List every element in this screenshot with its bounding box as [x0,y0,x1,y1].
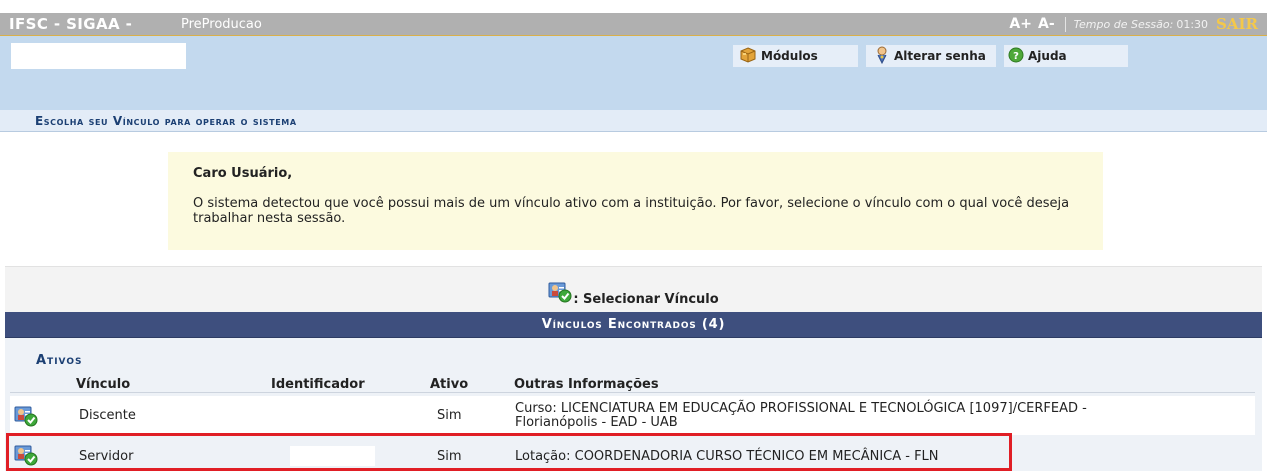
menu-bar: Módulos Alterar senha ? Ajuda [0,35,1267,116]
svg-text:?: ? [1013,51,1019,62]
environment-label: PreProducao [181,17,262,32]
help-icon: ? [1008,47,1024,66]
legend-label: : Selecionar Vínculo [573,292,719,307]
change-password-button[interactable]: Alterar senha [866,45,996,67]
ativo-cell: Sim [437,449,462,464]
column-header-vinculo: Vínculo [76,377,131,392]
identifier-cell [290,446,375,466]
group-heading: Ativos [36,353,83,368]
vinculo-cell[interactable]: Servidor [79,449,133,464]
column-header-outras-informacoes: Outras Informações [514,377,659,392]
change-password-label: Alterar senha [894,49,986,63]
user-check-icon [548,281,572,307]
page-title: Escolha seu Vínculo para operar o sistem… [35,114,297,128]
notice-box: Caro Usuário, O sistema detectou que voc… [168,152,1103,250]
top-bar-right: A+ A- Tempo de Sessão: 01:30 SAIR [1009,15,1258,33]
top-bar: IFSC - SIGAA - PreProducao A+ A- Tempo d… [0,13,1267,35]
vinculo-cell[interactable]: Discente [79,408,136,423]
select-vinculo-icon[interactable] [14,444,38,466]
legend-bar: : Selecionar Vínculo [5,266,1262,312]
user-info-box [11,43,186,69]
table-caption: Vínculos Encontrados (4) [5,312,1262,338]
modules-label: Módulos [761,49,818,63]
session-time: 01:30 [1176,17,1209,31]
notice-heading: Caro Usuário, [193,166,293,181]
column-header-ativo: Ativo [430,377,469,392]
ativo-cell: Sim [437,408,462,423]
header-divider [10,392,1255,393]
table-title: Vínculos Encontrados (4) [541,317,726,332]
page-title-bar: Escolha seu Vínculo para operar o sistem… [0,110,1267,132]
divider [1064,16,1066,32]
session-label: Tempo de Sessão: [1073,17,1174,31]
info-cell-line1: Lotação: COORDENADORIA CURSO TÉCNICO EM … [515,449,939,464]
logout-button[interactable]: SAIR [1216,15,1258,33]
info-cell-line1: Curso: LICENCIATURA EM EDUCAÇÃO PROFISSI… [515,401,1087,416]
font-decrease-button[interactable]: A- [1038,16,1055,32]
box-icon [739,46,757,66]
font-increase-button[interactable]: A+ [1009,16,1032,32]
session-timer: Tempo de Sessão: 01:30 [1074,18,1208,31]
notice-text: O sistema detectou que você possui mais … [193,196,1070,226]
column-header-identificador: Identificador [271,377,365,392]
help-button[interactable]: ? Ajuda [1004,45,1128,67]
system-brand: IFSC - SIGAA - [9,15,133,33]
modules-button[interactable]: Módulos [733,45,858,67]
identifier-cell [270,406,381,426]
select-vinculo-icon[interactable] [14,405,38,427]
info-cell-line2: Florianópolis - EAD - UAB [515,415,678,430]
help-label: Ajuda [1028,49,1067,63]
user-key-icon [874,46,890,67]
